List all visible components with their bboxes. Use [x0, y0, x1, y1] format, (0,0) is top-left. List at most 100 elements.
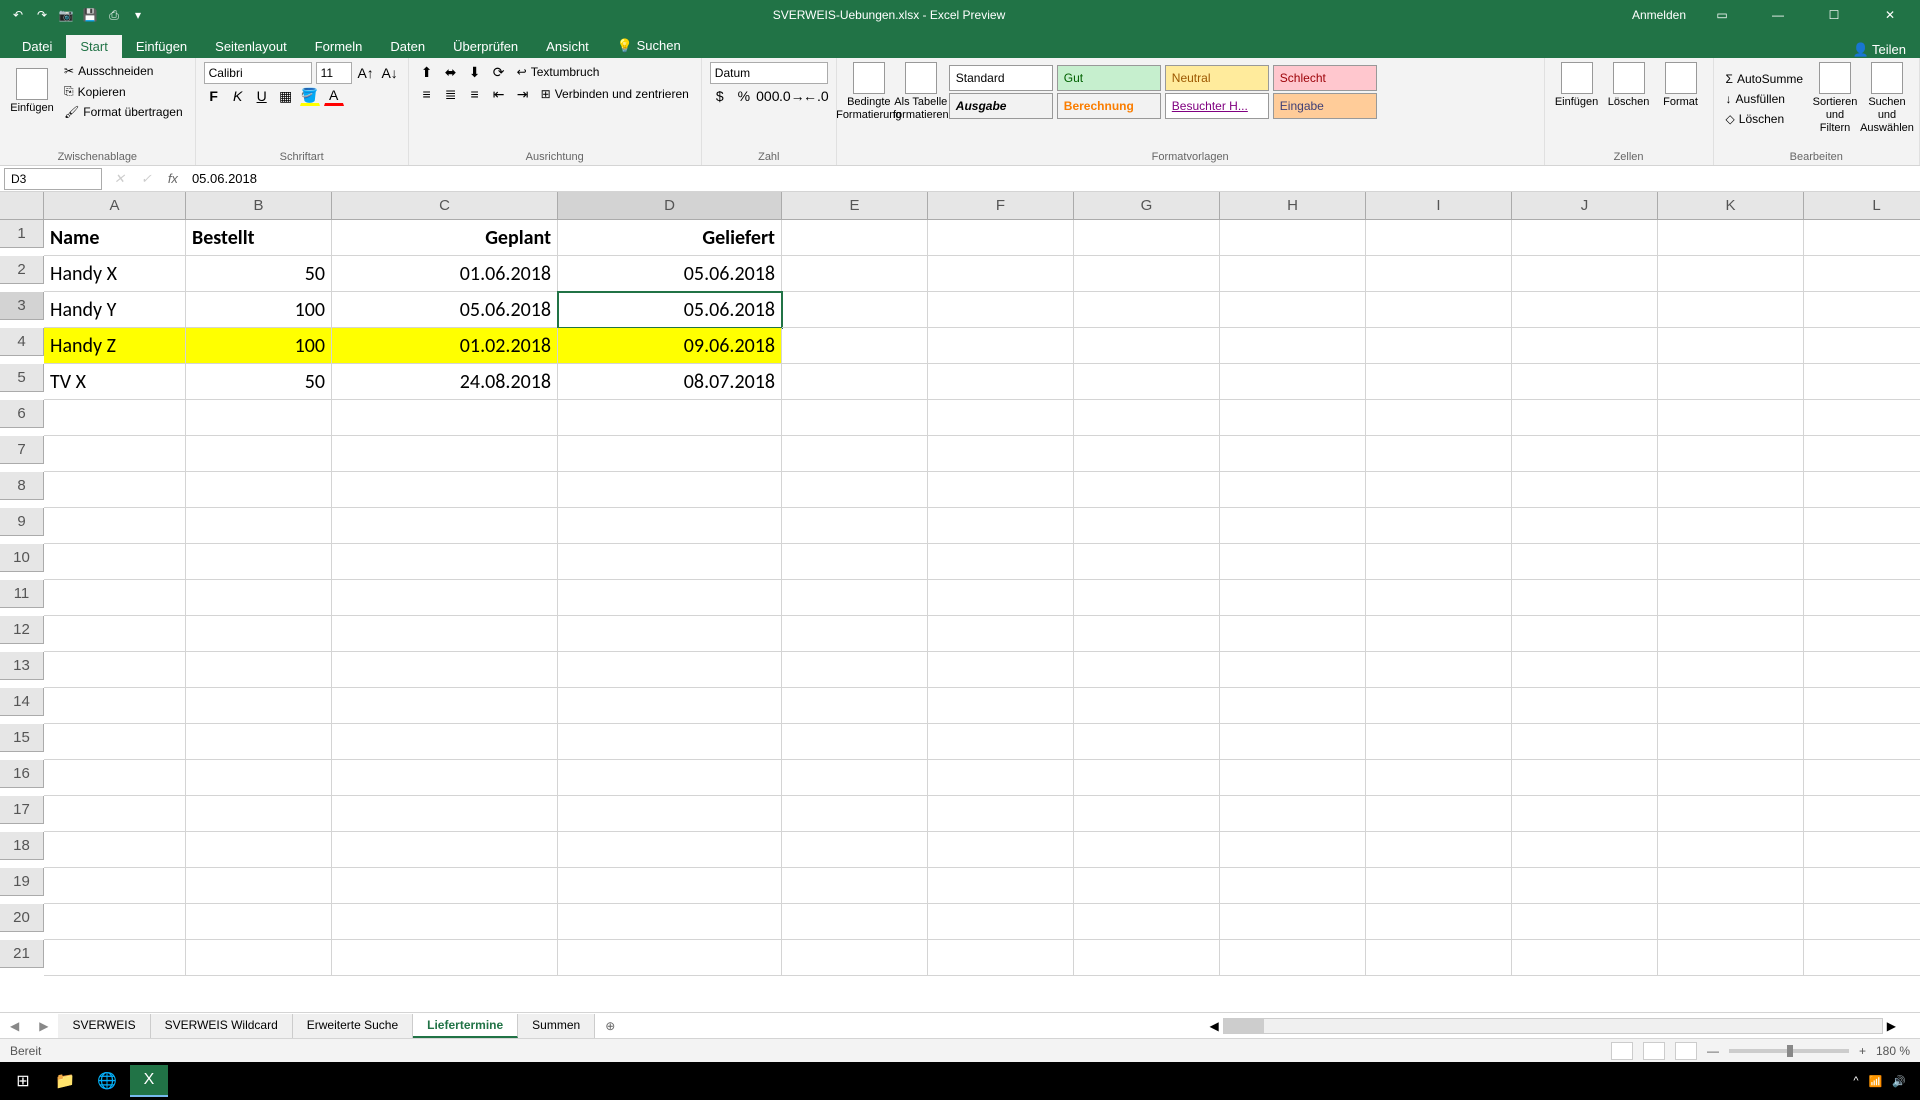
cell-H21[interactable] [1220, 940, 1366, 976]
cell-L18[interactable] [1804, 832, 1920, 868]
cell-A17[interactable] [44, 796, 186, 832]
cell-I13[interactable] [1366, 652, 1512, 688]
cell-H7[interactable] [1220, 436, 1366, 472]
cell-F2[interactable] [928, 256, 1074, 292]
cell-H5[interactable] [1220, 364, 1366, 400]
cell-J4[interactable] [1512, 328, 1658, 364]
row-header-1[interactable]: 1 [0, 220, 44, 248]
cell-K20[interactable] [1658, 904, 1804, 940]
row-header-5[interactable]: 5 [0, 364, 44, 392]
spreadsheet-grid[interactable]: ABCDEFGHIJKL1NameBestelltGeplantGeliefer… [0, 192, 1920, 1012]
cell-E6[interactable] [782, 400, 928, 436]
file-explorer-icon[interactable]: 📁 [46, 1065, 84, 1097]
cell-K14[interactable] [1658, 688, 1804, 724]
cell-K17[interactable] [1658, 796, 1804, 832]
comma-icon[interactable]: 000 [758, 86, 778, 106]
row-header-3[interactable]: 3 [0, 292, 44, 320]
col-header-E[interactable]: E [782, 192, 928, 220]
sheet-tab-sverweis[interactable]: SVERWEIS [58, 1014, 150, 1038]
cell-C19[interactable] [332, 868, 558, 904]
maximize-icon[interactable]: ☐ [1814, 0, 1854, 30]
copy-button[interactable]: ⎘ Kopieren [60, 82, 187, 101]
cell-A5[interactable]: TV X [44, 364, 186, 400]
format-painter-button[interactable]: 🖌 Format übertragen [60, 103, 187, 121]
cell-B16[interactable] [186, 760, 332, 796]
cell-A10[interactable] [44, 544, 186, 580]
cell-K8[interactable] [1658, 472, 1804, 508]
cell-F3[interactable] [928, 292, 1074, 328]
cell-B4[interactable]: 100 [186, 328, 332, 364]
cell-J8[interactable] [1512, 472, 1658, 508]
row-header-2[interactable]: 2 [0, 256, 44, 284]
cell-F1[interactable] [928, 220, 1074, 256]
cell-A18[interactable] [44, 832, 186, 868]
cell-I16[interactable] [1366, 760, 1512, 796]
cell-D13[interactable] [558, 652, 782, 688]
row-header-6[interactable]: 6 [0, 400, 44, 428]
cell-K16[interactable] [1658, 760, 1804, 796]
cell-I14[interactable] [1366, 688, 1512, 724]
bold-button[interactable]: F [204, 86, 224, 106]
search-box[interactable]: 💡 Suchen [603, 34, 695, 58]
cell-G11[interactable] [1074, 580, 1220, 616]
sheet-tab-liefertermine[interactable]: Liefertermine [413, 1014, 518, 1038]
cell-F18[interactable] [928, 832, 1074, 868]
delete-cells-button[interactable]: Löschen [1605, 62, 1653, 109]
cell-D20[interactable] [558, 904, 782, 940]
cell-L13[interactable] [1804, 652, 1920, 688]
formula-input[interactable]: 05.06.2018 [186, 171, 1920, 186]
cell-H20[interactable] [1220, 904, 1366, 940]
col-header-J[interactable]: J [1512, 192, 1658, 220]
cell-E14[interactable] [782, 688, 928, 724]
cell-J20[interactable] [1512, 904, 1658, 940]
cell-J21[interactable] [1512, 940, 1658, 976]
cell-G17[interactable] [1074, 796, 1220, 832]
cell-G18[interactable] [1074, 832, 1220, 868]
style-schlecht[interactable]: Schlecht [1273, 65, 1377, 91]
cell-J9[interactable] [1512, 508, 1658, 544]
increase-font-icon[interactable]: A↑ [356, 63, 376, 83]
find-select-button[interactable]: Suchen und Auswählen [1863, 62, 1911, 136]
login-link[interactable]: Anmelden [1632, 8, 1686, 22]
cell-L11[interactable] [1804, 580, 1920, 616]
qat-more-icon[interactable]: ▾ [130, 7, 146, 23]
cell-E2[interactable] [782, 256, 928, 292]
cell-L4[interactable] [1804, 328, 1920, 364]
cell-F8[interactable] [928, 472, 1074, 508]
cell-D7[interactable] [558, 436, 782, 472]
cell-L15[interactable] [1804, 724, 1920, 760]
cell-H16[interactable] [1220, 760, 1366, 796]
row-header-13[interactable]: 13 [0, 652, 44, 680]
cell-H2[interactable] [1220, 256, 1366, 292]
cell-D5[interactable]: 08.07.2018 [558, 364, 782, 400]
cell-C8[interactable] [332, 472, 558, 508]
cell-G9[interactable] [1074, 508, 1220, 544]
cell-B19[interactable] [186, 868, 332, 904]
cell-G7[interactable] [1074, 436, 1220, 472]
cell-A12[interactable] [44, 616, 186, 652]
cell-E13[interactable] [782, 652, 928, 688]
format-cells-button[interactable]: Format [1657, 62, 1705, 109]
currency-icon[interactable]: $ [710, 86, 730, 106]
cell-C10[interactable] [332, 544, 558, 580]
enter-icon[interactable]: ✓ [133, 171, 160, 187]
cell-L16[interactable] [1804, 760, 1920, 796]
edge-icon[interactable]: 🌐 [88, 1065, 126, 1097]
cell-B10[interactable] [186, 544, 332, 580]
cell-J13[interactable] [1512, 652, 1658, 688]
tab-daten[interactable]: Daten [376, 35, 439, 58]
number-format-select[interactable] [710, 62, 828, 84]
align-right-icon[interactable]: ≡ [465, 84, 485, 104]
align-top-icon[interactable]: ⬆ [417, 62, 437, 82]
cell-H15[interactable] [1220, 724, 1366, 760]
cell-D15[interactable] [558, 724, 782, 760]
sort-filter-button[interactable]: Sortieren und Filtern [1811, 62, 1859, 136]
fill-color-button[interactable]: 🪣 [300, 86, 320, 106]
cell-L9[interactable] [1804, 508, 1920, 544]
cell-G3[interactable] [1074, 292, 1220, 328]
cell-E17[interactable] [782, 796, 928, 832]
row-header-7[interactable]: 7 [0, 436, 44, 464]
cell-B20[interactable] [186, 904, 332, 940]
excel-taskbar-icon[interactable]: X [130, 1065, 168, 1097]
row-header-8[interactable]: 8 [0, 472, 44, 500]
